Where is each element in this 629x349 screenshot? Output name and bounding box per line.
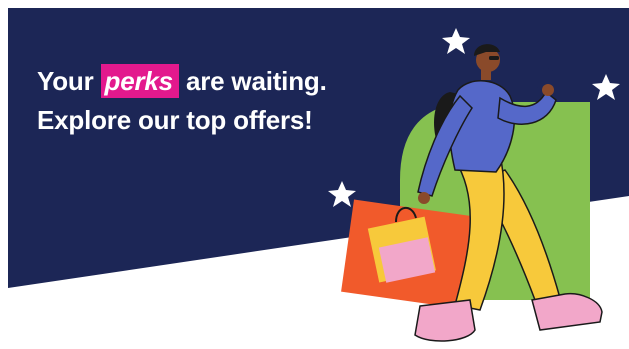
promo-banner[interactable]: Your perks are waiting. Explore our top … xyxy=(0,0,629,349)
right-hand xyxy=(542,84,554,96)
back-shoe xyxy=(531,292,603,331)
left-hand xyxy=(418,192,430,204)
star-icon xyxy=(328,181,356,207)
front-shoe xyxy=(414,299,476,342)
sunglasses-icon xyxy=(489,56,499,60)
star-icon xyxy=(592,74,620,100)
shopper-illustration xyxy=(328,28,620,342)
star-icon xyxy=(442,28,470,54)
